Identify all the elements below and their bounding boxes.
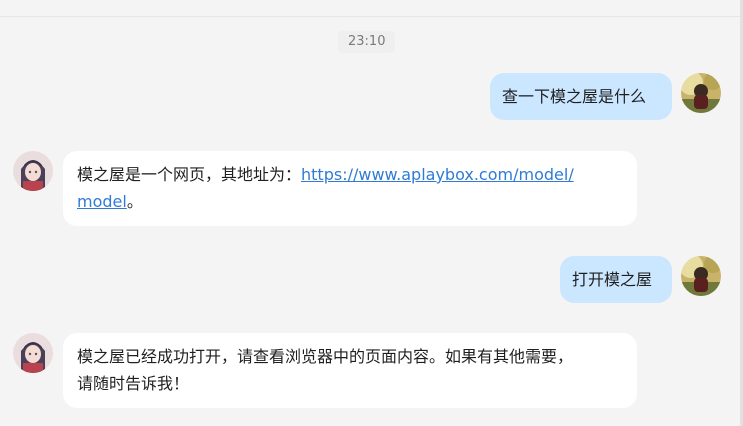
assistant-message-line: 模之屋已经成功打开，请查看浏览器中的页面内容。如果有其他需要，: [77, 347, 574, 366]
assistant-avatar-icon[interactable]: [13, 151, 53, 191]
assistant-message-line: model。: [77, 188, 623, 215]
user-avatar-icon[interactable]: [681, 256, 721, 296]
assistant-message-bubble: 模之屋已经成功打开，请查看浏览器中的页面内容。如果有其他需要， 请随时告诉我！: [63, 333, 637, 408]
message-timestamp: 23:10: [338, 31, 396, 53]
user-message-bubble: 查一下模之屋是什么: [490, 73, 672, 120]
user-message-text: 查一下模之屋是什么: [502, 87, 647, 106]
model-site-link-continued[interactable]: model: [77, 192, 127, 211]
top-divider: [0, 16, 743, 17]
user-message-bubble: 打开模之屋: [560, 256, 672, 303]
assistant-message-bubble: 模之屋是一个网页，其地址为：https://www.aplaybox.com/m…: [63, 151, 637, 226]
user-avatar-icon[interactable]: [681, 73, 721, 113]
user-message-text: 打开模之屋: [572, 270, 653, 289]
assistant-avatar-icon[interactable]: [13, 333, 53, 373]
assistant-message-line: 模之屋是一个网页，其地址为：https://www.aplaybox.com/m…: [77, 161, 623, 188]
assistant-message-line: 请随时告诉我！: [77, 374, 190, 393]
model-site-link[interactable]: https://www.aplaybox.com/model/: [301, 165, 574, 184]
assistant-message-text: 模之屋是一个网页，其地址为：: [77, 165, 302, 184]
assistant-message-text: 。: [126, 192, 143, 211]
